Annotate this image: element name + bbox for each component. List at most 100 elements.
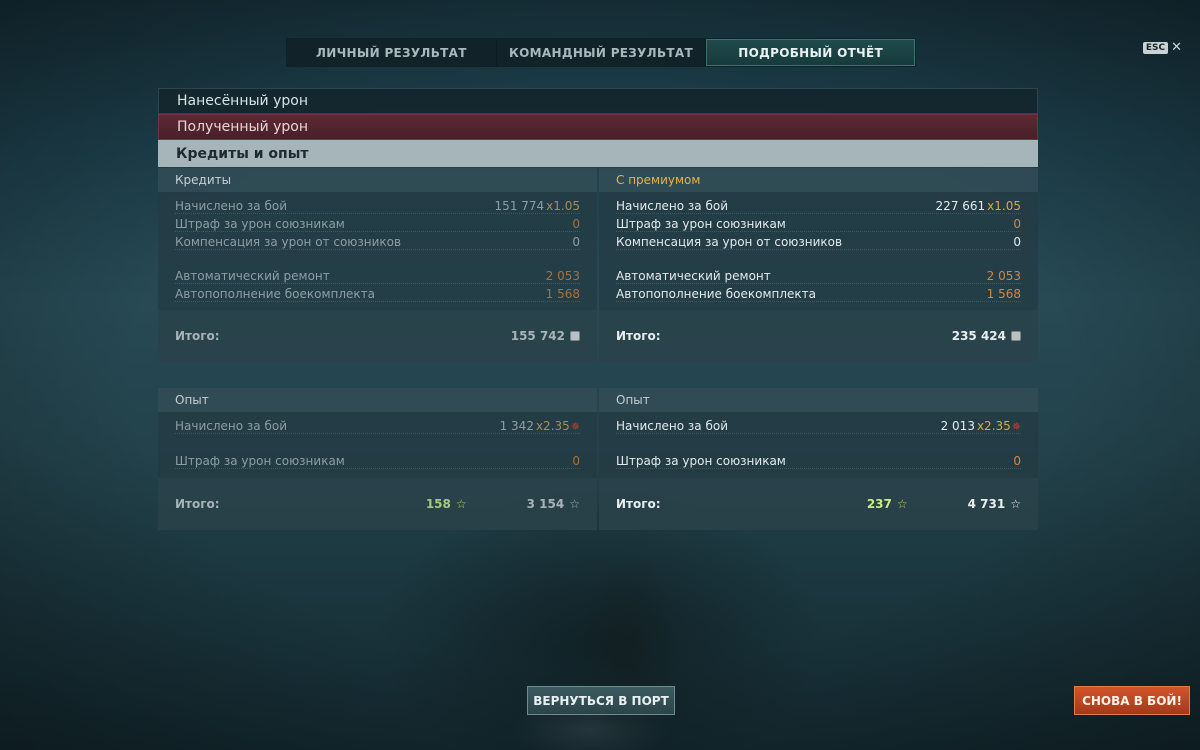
battle-again-button[interactable]: СНОВА В БОЙ!: [1074, 686, 1190, 715]
elite-xp-icon: ✵: [570, 420, 580, 433]
credits-premium-earned-value-group: 227 661 x1.05: [936, 199, 1021, 213]
section-damage-dealt[interactable]: Нанесённый урон: [158, 88, 1038, 114]
xp-premium-earned-value-group: 2 013 x2.35✵: [941, 419, 1021, 433]
credits-earned-label: Начислено за бой: [175, 199, 288, 213]
elite-xp-icon: ✵: [1011, 420, 1021, 433]
xp-premium-penalty-value: 0: [1013, 454, 1021, 468]
credits-premium-panel: С премиумом Начислено за бой 227 661 x1.0…: [599, 168, 1038, 362]
credits-premium-earned-label: Начислено за бой: [616, 199, 729, 213]
section-credits-xp-label: Кредиты и опыт: [176, 145, 309, 162]
xp-premium-header: Опыт: [599, 388, 1038, 412]
credits-premium-resupply-value: 1 568: [986, 287, 1021, 301]
premium-free-xp-value: 237: [866, 497, 892, 511]
credits-base-total: Итого: 155 742: [158, 310, 597, 362]
credits-premium-header: С премиумом: [599, 168, 1038, 192]
xp-premium-total-label: Итого:: [616, 497, 661, 511]
xp-base-total: Итого: 158 ☆ 3 154 ☆: [158, 478, 597, 530]
close-icon: ✕: [1171, 40, 1182, 55]
premium-total-xp-group: 4 731 ☆: [968, 497, 1021, 511]
credits-repair-row: Автоматический ремонт 2 053: [175, 266, 580, 284]
xp-premium-earned-label: Начислено за бой: [616, 419, 729, 433]
free-xp-group: 158 ☆: [426, 497, 467, 511]
credits-earned-value: 151 774: [494, 199, 545, 213]
xp-earned-label: Начислено за бой: [175, 419, 288, 433]
premium-free-xp-group: 237 ☆: [867, 497, 908, 511]
xp-base-body: Начислено за бой 1 342 x2.35✵ Штраф за ур…: [158, 412, 597, 478]
xp-penalty-value: 0: [572, 454, 580, 468]
xp-earned-value: 1 342: [499, 419, 534, 433]
credits-premium-total-group: 235 424: [952, 329, 1021, 343]
xp-premium-total: Итого: 237 ☆ 4 731 ☆: [599, 478, 1038, 530]
credits-icon: [1011, 331, 1021, 341]
credits-earned-value-group: 151 774 x1.05: [495, 199, 580, 213]
credits-compensation-label: Компенсация за урон от союзников: [175, 235, 402, 249]
credits-resupply-row: Автопополнение боекомплекта 1 568: [175, 284, 580, 302]
credits-penalty-value: 0: [572, 217, 580, 231]
credits-compensation-value: 0: [572, 235, 580, 249]
xp-premium-panel: Опыт Начислено за бой 2 013 x2.35✵ Штраф …: [599, 388, 1038, 530]
credits-premium-penalty-value: 0: [1013, 217, 1021, 231]
xp-premium-earned-value: 2 013: [940, 419, 975, 433]
credits-premium-compensation-label: Компенсация за урон от союзников: [616, 235, 843, 249]
credits-premium-total-value: 235 424: [951, 329, 1006, 343]
section-damage-received-label: Полученный урон: [177, 119, 309, 135]
credits-total-value: 155 742: [510, 329, 565, 343]
close-button[interactable]: ESC ✕: [1142, 40, 1182, 55]
xp-premium-earned-row: Начислено за бой 2 013 x2.35✵: [616, 416, 1021, 434]
xp-penalty-label: Штраф за урон союзникам: [175, 454, 345, 468]
ship-silhouette: [490, 540, 790, 750]
xp-premium-penalty-row: Штраф за урон союзникам 0: [616, 451, 1021, 469]
credits-premium-compensation-row: Компенсация за урон от союзников 0: [616, 232, 1021, 250]
free-xp-star-icon: ☆: [896, 497, 908, 511]
credits-resupply-label: Автопополнение боекомплекта: [175, 287, 375, 301]
xp-earned-value-group: 1 342 x2.35✵: [500, 419, 580, 433]
esc-key-badge: ESC: [1142, 42, 1169, 54]
tab-team-result[interactable]: КОМАНДНЫЙ РЕЗУЛЬТАТ: [497, 39, 707, 66]
credits-premium-resupply-row: Автопополнение боекомплекта 1 568: [616, 284, 1021, 302]
credits-resupply-value: 1 568: [545, 287, 580, 301]
credits-base-body: Начислено за бой 151 774 x1.05 Штраф за у…: [158, 192, 597, 310]
credits-repair-label: Автоматический ремонт: [175, 269, 330, 283]
credits-premium-repair-row: Автоматический ремонт 2 053: [616, 266, 1021, 284]
xp-base-panel: Опыт Начислено за бой 1 342 x2.35✵ Штраф …: [158, 388, 597, 530]
credits-total-label: Итого:: [175, 329, 220, 343]
credits-premium-total-label: Итого:: [616, 329, 661, 343]
xp-base-header: Опыт: [158, 388, 597, 412]
section-credits-xp[interactable]: Кредиты и опыт: [158, 140, 1038, 167]
tab-detailed-report[interactable]: ПОДРОБНЫЙ ОТЧЁТ: [706, 39, 916, 66]
credits-premium-earned-mult: x1.05: [987, 199, 1021, 213]
xp-earned-mult: x2.35: [535, 419, 570, 433]
credits-base-header: Кредиты: [158, 168, 597, 192]
xp-premium-earned-mult: x2.35: [976, 419, 1011, 433]
section-damage-received[interactable]: Полученный урон: [158, 114, 1038, 140]
tab-personal-result[interactable]: ЛИЧНЫЙ РЕЗУЛЬТАТ: [287, 39, 497, 66]
xp-star-icon: ☆: [1010, 497, 1021, 511]
free-xp-star-icon: ☆: [455, 497, 467, 511]
credits-base-panel: Кредиты Начислено за бой 151 774 x1.05 Шт…: [158, 168, 597, 362]
credits-premium-resupply-label: Автопополнение боекомплекта: [616, 287, 816, 301]
credits-repair-value: 2 053: [545, 269, 580, 283]
section-damage-dealt-label: Нанесённый урон: [177, 93, 308, 109]
credits-premium-total: Итого: 235 424: [599, 310, 1038, 362]
credits-icon: [570, 331, 580, 341]
credits-premium-earned-value: 227 661: [935, 199, 986, 213]
credits-earned-row: Начислено за бой 151 774 x1.05: [175, 196, 580, 214]
credits-premium-earned-row: Начислено за бой 227 661 x1.05: [616, 196, 1021, 214]
credits-premium-repair-label: Автоматический ремонт: [616, 269, 771, 283]
credits-penalty-label: Штраф за урон союзникам: [175, 217, 345, 231]
xp-premium-penalty-label: Штраф за урон союзникам: [616, 454, 786, 468]
credits-total-group: 155 742: [511, 329, 580, 343]
xp-penalty-row: Штраф за урон союзникам 0: [175, 451, 580, 469]
credits-premium-compensation-value: 0: [1013, 235, 1021, 249]
xp-premium-body: Начислено за бой 2 013 x2.35✵ Штраф за ур…: [599, 412, 1038, 478]
return-to-port-button[interactable]: ВЕРНУТЬСЯ В ПОРТ: [527, 686, 675, 715]
xp-total-label: Итого:: [175, 497, 220, 511]
credits-premium-penalty-row: Штраф за урон союзникам 0: [616, 214, 1021, 232]
total-xp-value: 3 154: [526, 497, 565, 511]
credits-premium-repair-value: 2 053: [986, 269, 1021, 283]
total-xp-group: 3 154 ☆: [527, 497, 580, 511]
result-tabs: ЛИЧНЫЙ РЕЗУЛЬТАТ КОМАНДНЫЙ РЕЗУЛЬТАТ ПОД…: [286, 38, 916, 67]
credits-premium-body: Начислено за бой 227 661 x1.05 Штраф за у…: [599, 192, 1038, 310]
credits-penalty-row: Штраф за урон союзникам 0: [175, 214, 580, 232]
credits-compensation-row: Компенсация за урон от союзников 0: [175, 232, 580, 250]
